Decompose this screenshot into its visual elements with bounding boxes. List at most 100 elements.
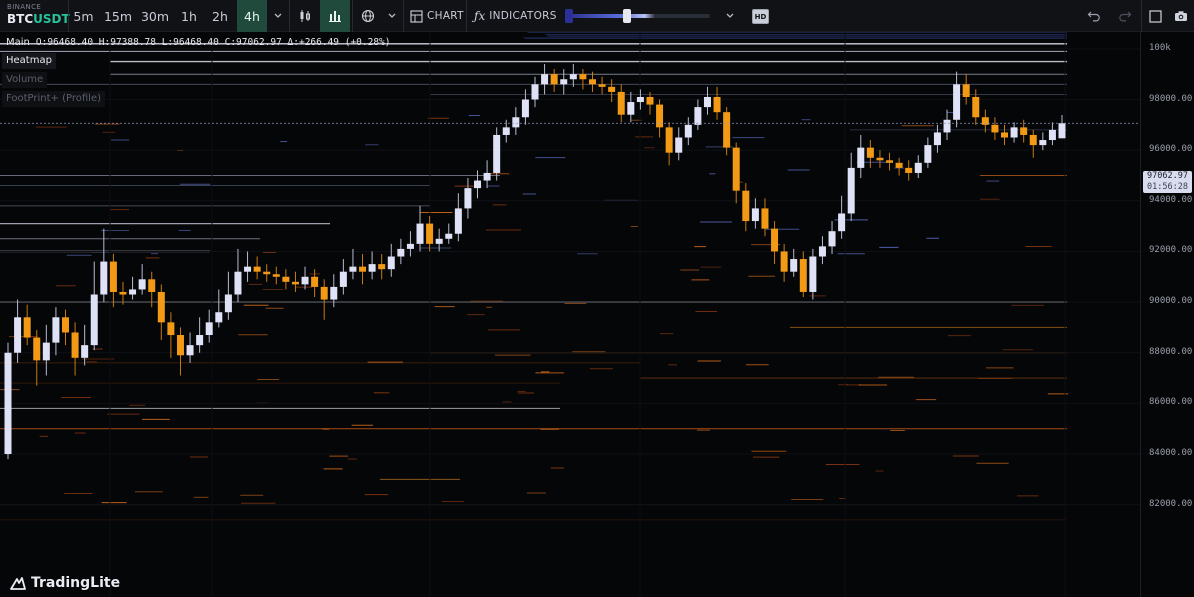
candle-body-up <box>186 345 194 356</box>
candlestick-icon <box>300 10 310 22</box>
candle-body-up <box>445 233 453 239</box>
candle-body-down <box>799 259 807 292</box>
candle-body-down <box>71 332 79 358</box>
candle-body-up <box>1039 140 1047 146</box>
slider-track <box>565 14 710 18</box>
timeframe-4h[interactable]: 4h <box>237 0 267 32</box>
candle-body-down <box>253 266 261 272</box>
app-window: 82000.00 84000.00 86000.00 88000.00 90000.00… <box>0 0 1194 597</box>
candle-body-up <box>1048 129 1056 141</box>
candle-body-up <box>828 231 836 247</box>
candle-body-down <box>291 281 299 285</box>
candle-body-down <box>167 322 175 336</box>
layout-button[interactable] <box>1141 0 1168 32</box>
indicators-button[interactable]: ƒx INDICATORS <box>466 0 558 32</box>
candle-body-up <box>684 124 692 138</box>
symbol-pair: BTCUSDT <box>7 11 71 27</box>
timeframe-5m[interactable]: 5m <box>68 0 98 32</box>
candle <box>493 127 501 181</box>
price-tick: 96000.00 <box>1149 144 1193 155</box>
symbol-selector[interactable]: BINANCE BTCUSDT <box>7 3 71 31</box>
candles-button[interactable] <box>289 0 319 32</box>
candle-body-down <box>665 127 673 153</box>
tradinglite-logo-icon <box>10 577 26 590</box>
candle-body-down <box>742 190 750 222</box>
candle-body-down <box>378 264 386 270</box>
candle-body-up <box>1010 127 1018 138</box>
candle-body-up <box>847 167 855 214</box>
candle-body-down <box>895 162 903 168</box>
slider-menu-button[interactable] <box>720 0 740 32</box>
current-price-tag: 97062.97 01:56:28 <box>1143 171 1192 193</box>
candle-body-down <box>320 286 328 300</box>
price-axis[interactable]: 82000.00 84000.00 86000.00 88000.00 90000.00… <box>1140 0 1194 597</box>
indicator-heatmap[interactable]: Heatmap <box>2 53 56 69</box>
candle-body-up <box>531 84 539 100</box>
price-tick: 100k <box>1149 42 1171 53</box>
candle-body-up <box>914 162 922 173</box>
screenshot-button[interactable] <box>1169 0 1193 32</box>
heatmap-chart[interactable] <box>0 32 1140 597</box>
hd-toggle[interactable]: HD <box>752 9 769 24</box>
chart-area[interactable] <box>0 32 1140 597</box>
timeframe-30m[interactable]: 30m <box>137 0 173 32</box>
globe-menu-button[interactable] <box>382 0 402 32</box>
redo-button[interactable] <box>1113 0 1137 32</box>
globe-button[interactable] <box>352 0 382 32</box>
candle-body-down <box>732 147 740 191</box>
candle-body-up <box>4 352 12 455</box>
candle-body-down <box>991 124 999 133</box>
candle-body-up <box>512 117 520 128</box>
timeframe-2h[interactable]: 2h <box>205 0 235 32</box>
chart-button[interactable]: CHART <box>403 0 465 32</box>
candle-body-up <box>464 188 472 209</box>
candle-body-up <box>215 312 223 323</box>
candle-body-up <box>560 79 568 85</box>
candle-body-up <box>205 322 213 336</box>
candle-body-up <box>90 294 98 346</box>
bar-chart-icon <box>329 11 341 22</box>
timeframe-menu-button[interactable] <box>268 0 288 32</box>
candle-body-up <box>636 96 644 103</box>
heatmap-intensity-slider[interactable] <box>565 9 715 23</box>
candle-body-up <box>838 213 846 232</box>
candle-body-up <box>129 289 137 295</box>
bars-button[interactable] <box>320 0 350 32</box>
candle-body-up <box>1058 123 1066 139</box>
candle-body-down <box>23 317 31 338</box>
candle-body-up <box>301 276 309 285</box>
candle-body-up <box>349 266 357 272</box>
candle-body-up <box>924 145 932 163</box>
symbol-quote: USDT <box>33 12 70 26</box>
candle-body-down <box>588 79 596 85</box>
undo-button[interactable] <box>1082 0 1106 32</box>
candle-body-up <box>521 99 529 118</box>
square-layout-icon <box>1148 9 1162 23</box>
main-series-label[interactable]: Main <box>6 37 30 48</box>
candle <box>809 248 817 300</box>
candle-body-up <box>100 261 108 295</box>
candle-body-up <box>196 335 204 346</box>
candle-body-down <box>962 84 970 97</box>
symbol-base: BTC <box>7 12 34 26</box>
candle-countdown: 01:56:28 <box>1147 182 1188 192</box>
redo-icon <box>1119 11 1132 22</box>
candle-body-down <box>886 160 894 163</box>
timeframe-1h[interactable]: 1h <box>174 0 204 32</box>
candle-body-down <box>866 147 874 158</box>
price-tick: 82000.00 <box>1149 498 1193 509</box>
candle-body-up <box>406 243 414 249</box>
price-tick: 86000.00 <box>1149 397 1193 408</box>
indicator-volume[interactable]: Volume <box>2 72 48 88</box>
globe-icon <box>361 9 374 23</box>
candle-body-down <box>1029 134 1037 146</box>
candle-body-up <box>416 223 424 244</box>
candle-body-down <box>119 291 127 295</box>
slider-thumb-low[interactable] <box>565 9 573 23</box>
timeframe-15m[interactable]: 15m <box>100 0 136 32</box>
indicator-footprint-profile[interactable]: FootPrint+ (Profile) <box>2 91 106 107</box>
brand-logo: TradingLite <box>10 574 120 592</box>
candle-body-up <box>933 132 941 146</box>
candle-body-down <box>282 276 290 282</box>
slider-thumb-high[interactable] <box>623 9 631 23</box>
